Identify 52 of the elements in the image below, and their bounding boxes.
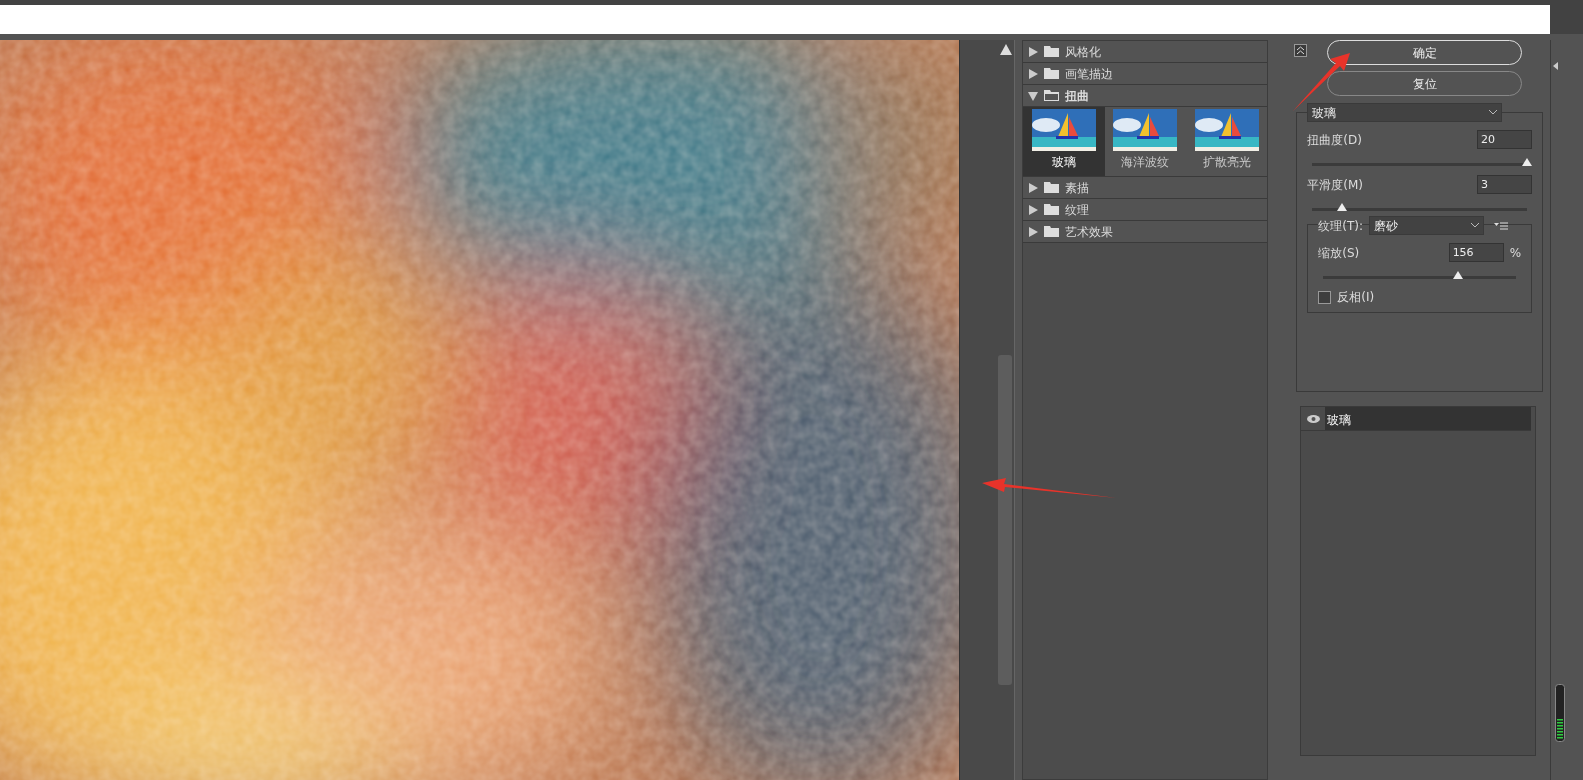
reset-button[interactable]: 复位 bbox=[1327, 71, 1523, 96]
expand-triangle-icon[interactable] bbox=[1028, 46, 1039, 57]
category-label: 纹理 bbox=[1065, 201, 1090, 219]
slider-thumb[interactable] bbox=[1453, 271, 1464, 279]
folder-icon bbox=[1044, 46, 1060, 57]
filter-thumbnail[interactable]: 扩散亮光 bbox=[1185, 107, 1268, 176]
filter-category[interactable]: 纹理 bbox=[1023, 199, 1268, 221]
slider-label: 平滑度(M) bbox=[1307, 176, 1363, 194]
filter-category[interactable]: 素描 bbox=[1023, 177, 1268, 199]
number-field[interactable]: 156 bbox=[1448, 243, 1504, 262]
category-label: 素描 bbox=[1065, 179, 1090, 197]
chevron-icon bbox=[1489, 110, 1498, 115]
folder-icon bbox=[1044, 182, 1060, 193]
slider-thumb[interactable] bbox=[1337, 203, 1348, 211]
checkbox-label: 反相(I) bbox=[1337, 289, 1375, 306]
texture-label: 纹理(T): bbox=[1318, 217, 1363, 235]
scroll-up-icon[interactable] bbox=[1000, 44, 1013, 55]
collapse-triangle-icon[interactable] bbox=[1028, 90, 1039, 101]
filter-category[interactable]: 画笔描边 bbox=[1023, 63, 1268, 85]
unit-label: % bbox=[1509, 244, 1522, 262]
folder-icon bbox=[1044, 90, 1060, 101]
category-label: 扭曲 bbox=[1065, 87, 1090, 105]
filter-thumbnail[interactable]: 玻璃 bbox=[1023, 107, 1105, 176]
filter-thumbnail[interactable]: 海洋波纹 bbox=[1104, 107, 1186, 176]
category-label: 画笔描边 bbox=[1065, 65, 1114, 83]
folder-icon bbox=[1044, 226, 1060, 237]
chevron-icon bbox=[1471, 223, 1479, 228]
number-field[interactable]: 3 bbox=[1477, 175, 1533, 194]
menu-icon[interactable] bbox=[1494, 221, 1508, 230]
slider-thumb[interactable] bbox=[1522, 158, 1533, 166]
expand-triangle-icon[interactable] bbox=[1028, 226, 1039, 237]
layer-item[interactable]: 玻璃 bbox=[1325, 407, 1532, 430]
texture-dropdown[interactable]: 磨砂 bbox=[1369, 216, 1484, 235]
filter-category[interactable]: 艺术效果 bbox=[1023, 221, 1268, 243]
expand-triangle-icon[interactable] bbox=[1028, 68, 1039, 79]
checkbox[interactable] bbox=[1318, 290, 1332, 304]
folder-icon bbox=[1044, 68, 1060, 79]
folder-icon bbox=[1044, 204, 1060, 215]
slider-label: 缩放(S) bbox=[1318, 244, 1360, 262]
filter-category[interactable]: 扭曲 bbox=[1023, 85, 1268, 107]
filter-category[interactable]: 风格化 bbox=[1023, 41, 1268, 63]
number-field[interactable]: 20 bbox=[1477, 130, 1533, 149]
meter-drawing bbox=[1555, 684, 1566, 742]
expand-triangle-icon[interactable] bbox=[1028, 204, 1039, 215]
scrollbar-thumb[interactable] bbox=[998, 355, 1013, 685]
collapse-arrow-icon[interactable] bbox=[1553, 62, 1560, 70]
expand-triangle-icon[interactable] bbox=[1028, 182, 1039, 193]
filter-dropdown[interactable]: 玻璃 bbox=[1307, 103, 1503, 122]
ok-button[interactable]: 确定 bbox=[1327, 40, 1523, 65]
category-label: 艺术效果 bbox=[1065, 223, 1114, 241]
slider-label: 扭曲度(D) bbox=[1307, 131, 1362, 149]
category-label: 风格化 bbox=[1065, 43, 1102, 61]
